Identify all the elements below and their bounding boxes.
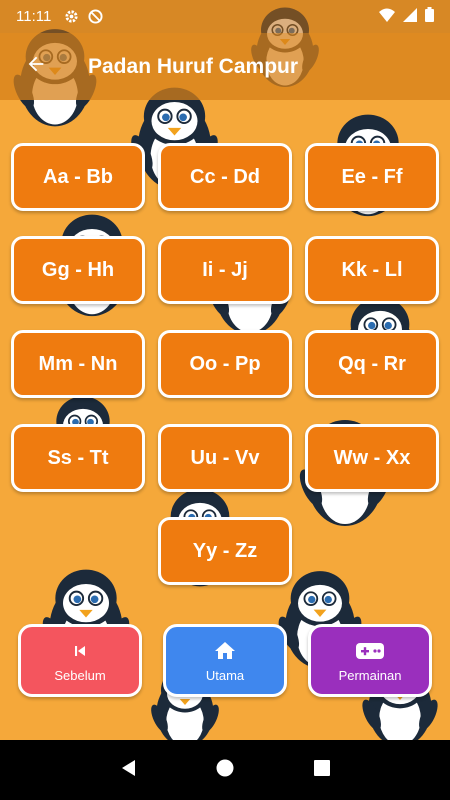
gamepad-icon	[355, 638, 385, 664]
letter-pair-button[interactable]: Uu - Vv	[158, 424, 292, 492]
skip-previous-icon	[70, 638, 90, 664]
letter-pair-button[interactable]: Aa - Bb	[11, 143, 145, 211]
letter-pair-button[interactable]: Ww - Xx	[305, 424, 439, 492]
wifi-icon	[379, 8, 395, 26]
signal-icon	[403, 7, 417, 26]
home-circle-icon[interactable]	[215, 758, 235, 783]
arrow-left-icon	[25, 53, 47, 80]
back-button[interactable]	[16, 47, 56, 87]
page-title: Padan Huruf Campur	[88, 54, 299, 78]
status-time: 11:11	[16, 8, 52, 25]
letter-pair-button[interactable]: Mm - Nn	[11, 330, 145, 398]
letter-pair-button[interactable]: Kk - Ll	[305, 236, 439, 304]
no-disturb-icon	[87, 9, 103, 25]
games-button[interactable]: Permainan	[308, 624, 432, 697]
letter-pair-button[interactable]: Ee - Ff	[305, 143, 439, 211]
battery-icon	[425, 7, 434, 26]
letter-pair-button[interactable]: Gg - Hh	[11, 236, 145, 304]
home-label: Utama	[205, 668, 245, 683]
settings-icon	[63, 9, 79, 25]
home-button[interactable]: Utama	[163, 624, 287, 697]
previous-label: Sebelum	[54, 668, 106, 683]
games-label: Permainan	[338, 668, 402, 683]
letter-pair-button[interactable]: Cc - Dd	[158, 143, 292, 211]
letter-pair-button[interactable]: Ss - Tt	[11, 424, 145, 492]
previous-button[interactable]: Sebelum	[18, 624, 142, 697]
status-bar: 11:11	[0, 0, 450, 33]
letter-pair-button[interactable]: Oo - Pp	[158, 330, 292, 398]
letter-pair-button[interactable]: Yy - Zz	[158, 517, 292, 585]
system-navigation-bar	[0, 740, 450, 800]
app-bar: Padan Huruf Campur	[0, 33, 450, 100]
home-icon	[212, 638, 238, 664]
recents-square-icon[interactable]	[313, 759, 331, 782]
back-triangle-icon[interactable]	[119, 758, 137, 783]
letter-pair-button[interactable]: Qq - Rr	[305, 330, 439, 398]
letter-pair-button[interactable]: Ii - Jj	[158, 236, 292, 304]
